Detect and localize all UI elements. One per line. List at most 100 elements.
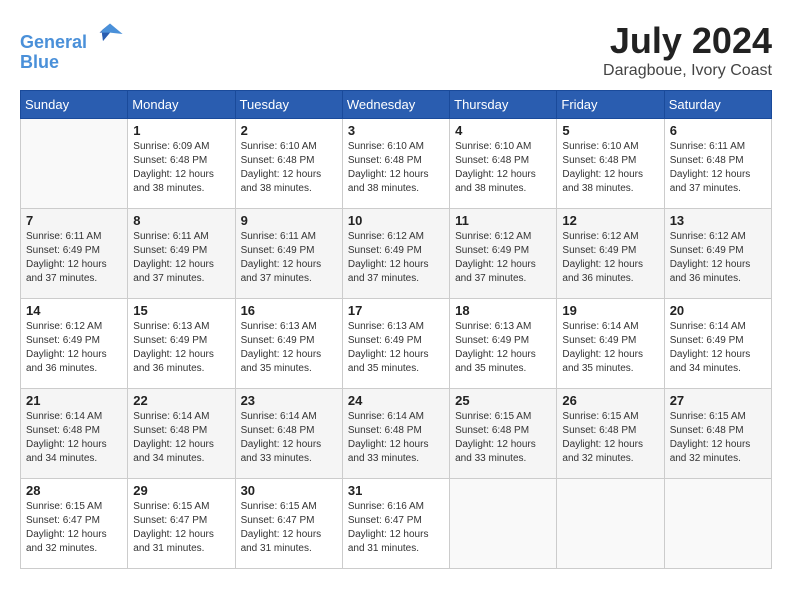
day-cell: 17 Sunrise: 6:13 AM Sunset: 6:49 PM Dayli… xyxy=(342,299,449,389)
day-cell: 5 Sunrise: 6:10 AM Sunset: 6:48 PM Daylig… xyxy=(557,119,664,209)
day-info: Sunrise: 6:13 AM Sunset: 6:49 PM Dayligh… xyxy=(348,320,444,376)
day-info: Sunrise: 6:10 AM Sunset: 6:48 PM Dayligh… xyxy=(455,140,551,196)
day-cell xyxy=(664,479,771,569)
day-cell xyxy=(450,479,557,569)
day-cell xyxy=(21,119,128,209)
day-cell: 29 Sunrise: 6:15 AM Sunset: 6:47 PM Dayli… xyxy=(128,479,235,569)
day-cell: 14 Sunrise: 6:12 AM Sunset: 6:49 PM Dayli… xyxy=(21,299,128,389)
day-cell: 25Sunrise: 6:15 AM Sunset: 6:48 PM Dayli… xyxy=(450,389,557,479)
day-number: 16 xyxy=(241,303,337,318)
day-number: 17 xyxy=(348,303,444,318)
location: Daragboue, Ivory Coast xyxy=(603,62,772,80)
day-number: 19 xyxy=(562,303,658,318)
week-row-3: 21 Sunrise: 6:14 AM Sunset: 6:48 PM Dayli… xyxy=(21,389,772,479)
header-cell-friday: Friday xyxy=(557,91,664,119)
day-info: Sunrise: 6:11 AM Sunset: 6:49 PM Dayligh… xyxy=(26,230,122,286)
day-cell: 12 Sunrise: 6:12 AM Sunset: 6:49 PM Dayli… xyxy=(557,209,664,299)
day-cell: 18 Sunrise: 6:13 AM Sunset: 6:49 PM Dayli… xyxy=(450,299,557,389)
logo: General Blue xyxy=(20,20,124,73)
day-info: Sunrise: 6:12 AM Sunset: 6:49 PM Dayligh… xyxy=(26,320,122,376)
day-info: Sunrise: 6:10 AM Sunset: 6:48 PM Dayligh… xyxy=(241,140,337,196)
logo-blue: Blue xyxy=(20,52,59,72)
day-number: 28 xyxy=(26,483,122,498)
day-info: Sunrise: 6:12 AM Sunset: 6:49 PM Dayligh… xyxy=(455,230,551,286)
day-number: 6 xyxy=(670,123,766,138)
day-cell: 27 Sunrise: 6:15 AM Sunset: 6:48 PM Dayli… xyxy=(664,389,771,479)
day-cell: 9 Sunrise: 6:11 AM Sunset: 6:49 PM Daylig… xyxy=(235,209,342,299)
day-number: 5 xyxy=(562,123,658,138)
calendar-body: 1 Sunrise: 6:09 AM Sunset: 6:48 PM Daylig… xyxy=(21,119,772,569)
day-info: Sunrise: 6:15 AM Sunset: 6:47 PM Dayligh… xyxy=(133,500,229,556)
day-cell: 2Sunrise: 6:10 AM Sunset: 6:48 PM Daylig… xyxy=(235,119,342,209)
day-info: Sunrise: 6:10 AM Sunset: 6:48 PM Dayligh… xyxy=(348,140,444,196)
day-number: 15 xyxy=(133,303,229,318)
day-number: 23 xyxy=(241,393,337,408)
day-cell: 1 Sunrise: 6:09 AM Sunset: 6:48 PM Daylig… xyxy=(128,119,235,209)
day-info: Sunrise: 6:15 AM Sunset: 6:47 PM Dayligh… xyxy=(26,500,122,556)
day-number: 3 xyxy=(348,123,444,138)
day-info: Sunrise: 6:11 AM Sunset: 6:49 PM Dayligh… xyxy=(133,230,229,286)
day-number: 7 xyxy=(26,213,122,228)
day-number: 20 xyxy=(670,303,766,318)
day-cell: 3 Sunrise: 6:10 AM Sunset: 6:48 PM Daylig… xyxy=(342,119,449,209)
day-cell: 19 Sunrise: 6:14 AM Sunset: 6:49 PM Dayli… xyxy=(557,299,664,389)
week-row-0: 1 Sunrise: 6:09 AM Sunset: 6:48 PM Daylig… xyxy=(21,119,772,209)
day-cell: 7 Sunrise: 6:11 AM Sunset: 6:49 PM Daylig… xyxy=(21,209,128,299)
title-block: July 2024 Daragboue, Ivory Coast xyxy=(603,20,772,80)
day-number: 31 xyxy=(348,483,444,498)
header-row: SundayMondayTuesdayWednesdayThursdayFrid… xyxy=(21,91,772,119)
day-info: Sunrise: 6:12 AM Sunset: 6:49 PM Dayligh… xyxy=(562,230,658,286)
day-info: Sunrise: 6:14 AM Sunset: 6:48 PM Dayligh… xyxy=(241,410,337,466)
day-cell: 21 Sunrise: 6:14 AM Sunset: 6:48 PM Dayli… xyxy=(21,389,128,479)
day-cell: 26Sunrise: 6:15 AM Sunset: 6:48 PM Dayli… xyxy=(557,389,664,479)
day-cell: 22Sunrise: 6:14 AM Sunset: 6:48 PM Dayli… xyxy=(128,389,235,479)
day-number: 8 xyxy=(133,213,229,228)
header-cell-saturday: Saturday xyxy=(664,91,771,119)
day-number: 27 xyxy=(670,393,766,408)
day-cell: 13Sunrise: 6:12 AM Sunset: 6:49 PM Dayli… xyxy=(664,209,771,299)
day-cell: 28 Sunrise: 6:15 AM Sunset: 6:47 PM Dayli… xyxy=(21,479,128,569)
day-cell: 30Sunrise: 6:15 AM Sunset: 6:47 PM Dayli… xyxy=(235,479,342,569)
day-number: 30 xyxy=(241,483,337,498)
day-number: 22 xyxy=(133,393,229,408)
logo-general: General xyxy=(20,32,87,52)
header-cell-monday: Monday xyxy=(128,91,235,119)
month-title: July 2024 xyxy=(603,20,772,62)
day-number: 9 xyxy=(241,213,337,228)
day-info: Sunrise: 6:12 AM Sunset: 6:49 PM Dayligh… xyxy=(348,230,444,286)
week-row-1: 7 Sunrise: 6:11 AM Sunset: 6:49 PM Daylig… xyxy=(21,209,772,299)
day-info: Sunrise: 6:09 AM Sunset: 6:48 PM Dayligh… xyxy=(133,140,229,196)
day-number: 11 xyxy=(455,213,551,228)
day-info: Sunrise: 6:13 AM Sunset: 6:49 PM Dayligh… xyxy=(455,320,551,376)
logo-bird-icon xyxy=(96,20,124,48)
day-cell: 6 Sunrise: 6:11 AM Sunset: 6:48 PM Daylig… xyxy=(664,119,771,209)
day-number: 18 xyxy=(455,303,551,318)
day-info: Sunrise: 6:14 AM Sunset: 6:49 PM Dayligh… xyxy=(562,320,658,376)
day-info: Sunrise: 6:10 AM Sunset: 6:48 PM Dayligh… xyxy=(562,140,658,196)
header-cell-tuesday: Tuesday xyxy=(235,91,342,119)
day-number: 12 xyxy=(562,213,658,228)
day-info: Sunrise: 6:11 AM Sunset: 6:49 PM Dayligh… xyxy=(241,230,337,286)
day-info: Sunrise: 6:15 AM Sunset: 6:48 PM Dayligh… xyxy=(562,410,658,466)
calendar-header: SundayMondayTuesdayWednesdayThursdayFrid… xyxy=(21,91,772,119)
day-info: Sunrise: 6:14 AM Sunset: 6:48 PM Dayligh… xyxy=(348,410,444,466)
day-cell xyxy=(557,479,664,569)
day-info: Sunrise: 6:13 AM Sunset: 6:49 PM Dayligh… xyxy=(241,320,337,376)
day-info: Sunrise: 6:15 AM Sunset: 6:48 PM Dayligh… xyxy=(455,410,551,466)
day-info: Sunrise: 6:14 AM Sunset: 6:48 PM Dayligh… xyxy=(26,410,122,466)
day-info: Sunrise: 6:14 AM Sunset: 6:49 PM Dayligh… xyxy=(670,320,766,376)
day-number: 14 xyxy=(26,303,122,318)
day-info: Sunrise: 6:16 AM Sunset: 6:47 PM Dayligh… xyxy=(348,500,444,556)
day-number: 21 xyxy=(26,393,122,408)
day-number: 29 xyxy=(133,483,229,498)
day-number: 1 xyxy=(133,123,229,138)
day-number: 4 xyxy=(455,123,551,138)
day-info: Sunrise: 6:12 AM Sunset: 6:49 PM Dayligh… xyxy=(670,230,766,286)
day-number: 10 xyxy=(348,213,444,228)
day-cell: 23 Sunrise: 6:14 AM Sunset: 6:48 PM Dayli… xyxy=(235,389,342,479)
day-info: Sunrise: 6:15 AM Sunset: 6:48 PM Dayligh… xyxy=(670,410,766,466)
day-cell: 11 Sunrise: 6:12 AM Sunset: 6:49 PM Dayli… xyxy=(450,209,557,299)
day-info: Sunrise: 6:11 AM Sunset: 6:48 PM Dayligh… xyxy=(670,140,766,196)
day-info: Sunrise: 6:13 AM Sunset: 6:49 PM Dayligh… xyxy=(133,320,229,376)
day-cell: 4 Sunrise: 6:10 AM Sunset: 6:48 PM Daylig… xyxy=(450,119,557,209)
